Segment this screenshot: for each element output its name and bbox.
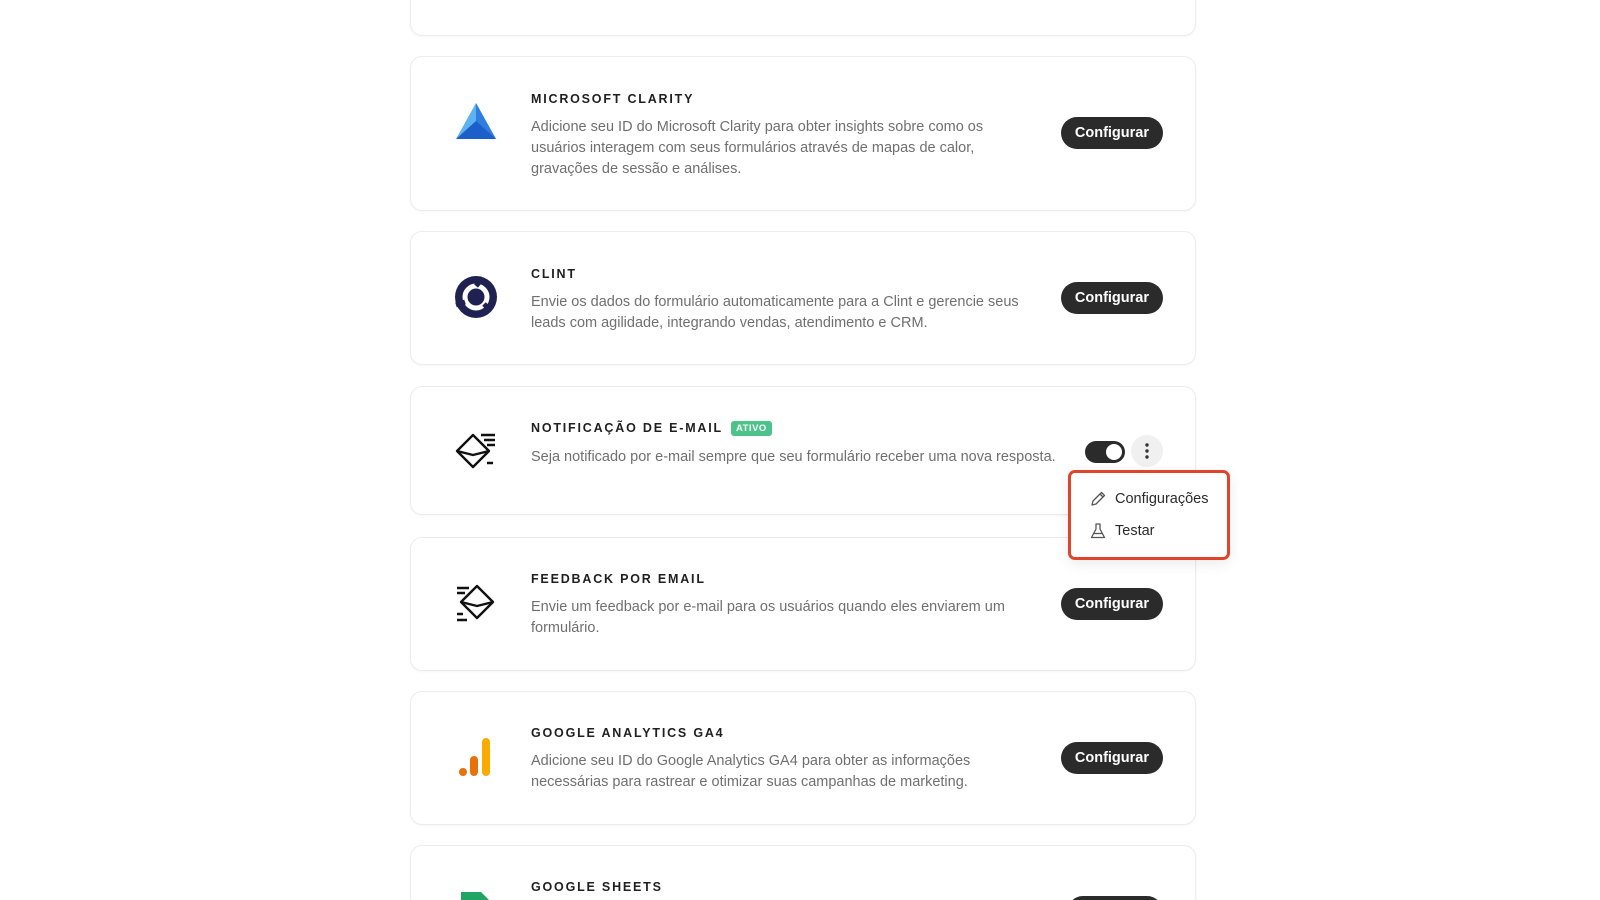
integration-description: Envie um feedback por e-mail para os usu… (531, 599, 1005, 636)
menu-item-label: Testar (1115, 523, 1155, 539)
integration-card-microsoft-clarity: MICROSOFT CLARITY Adicione seu ID do Mic… (410, 56, 1196, 211)
integration-card-google-analytics: GOOGLE ANALYTICS GA4 Adicione seu ID do … (410, 691, 1196, 825)
integration-title-text: NOTIFICAÇÃO DE E-MAIL (531, 421, 723, 435)
clint-logo-icon (453, 274, 499, 320)
configure-button[interactable]: Configurar (1060, 117, 1163, 149)
configure-button[interactable]: Configurar (1060, 742, 1163, 774)
integration-description: Envie os dados do formulário automaticam… (531, 294, 1019, 331)
integration-title: GOOGLE SHEETS (531, 880, 663, 894)
integration-card-partial-top (410, 0, 1196, 36)
menu-item-testar[interactable]: Testar (1089, 519, 1155, 543)
integration-title: CLINT (531, 267, 577, 281)
active-status-badge: ATIVO (730, 421, 772, 436)
toggle-knob (1106, 444, 1122, 460)
pencil-icon (1091, 491, 1106, 506)
google-sheets-logo-icon (453, 888, 499, 900)
menu-item-configuracoes[interactable]: Configurações (1089, 487, 1209, 511)
integration-description: Seja notificado por e-mail sempre que se… (531, 449, 1056, 465)
options-dropdown-menu: Configurações Testar (1068, 470, 1230, 560)
google-analytics-logo-icon (453, 734, 499, 780)
integration-description: Adicione seu ID do Google Analytics GA4 … (531, 753, 971, 790)
email-notification-icon (453, 427, 499, 473)
integration-card-google-sheets: GOOGLE SHEETS (410, 845, 1196, 900)
menu-item-label: Configurações (1115, 491, 1209, 507)
configure-button[interactable]: Configurar (1060, 588, 1163, 620)
configure-button[interactable] (1067, 896, 1163, 900)
kebab-menu-icon (1145, 443, 1149, 459)
integration-title: NOTIFICAÇÃO DE E-MAIL ATIVO (531, 421, 772, 436)
integration-title: GOOGLE ANALYTICS GA4 (531, 726, 725, 740)
integration-title: MICROSOFT CLARITY (531, 92, 695, 106)
integration-card-clint: CLINT Envie os dados do formulário autom… (410, 231, 1196, 365)
email-feedback-icon (453, 580, 499, 626)
microsoft-clarity-logo-icon (453, 99, 499, 145)
integration-description: Adicione seu ID do Microsoft Clarity par… (531, 119, 984, 177)
more-options-button[interactable] (1131, 435, 1163, 467)
enable-toggle[interactable] (1085, 441, 1125, 463)
flask-icon (1090, 523, 1106, 539)
integration-title: FEEDBACK POR EMAIL (531, 572, 706, 586)
configure-button[interactable]: Configurar (1060, 282, 1163, 314)
